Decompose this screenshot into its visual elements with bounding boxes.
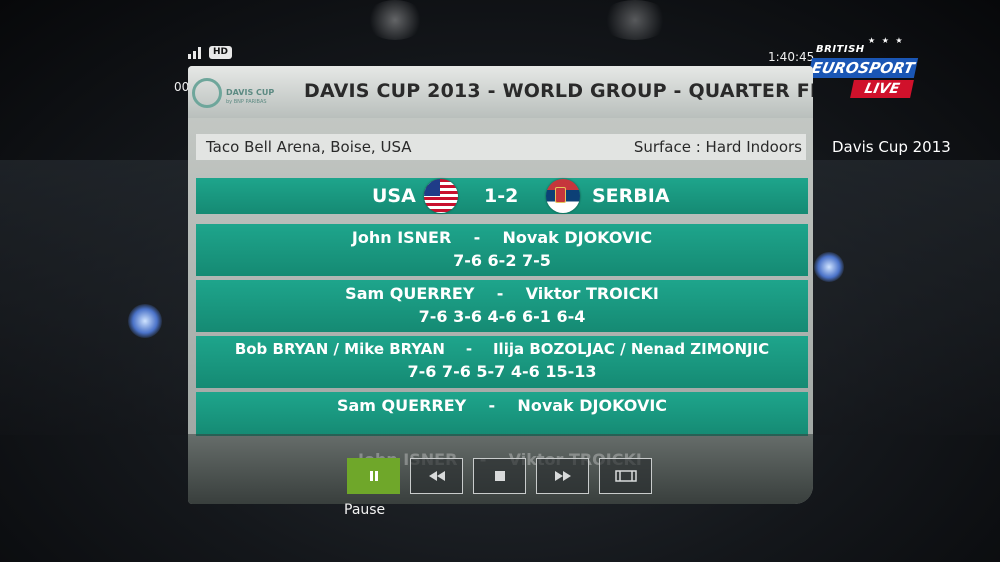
stars-icon: ★ ★ ★ bbox=[868, 36, 905, 45]
serbia-flag-icon bbox=[546, 179, 580, 213]
match-players: Sam QUERREY - Novak DJOKOVIC bbox=[336, 396, 668, 415]
arena-light bbox=[365, 0, 425, 40]
surface: Surface : Hard Indoors bbox=[633, 138, 802, 156]
video-scoreboard: DAVIS CUP by BNP PARIBAS DAVIS CUP 2013 … bbox=[188, 66, 813, 504]
match-row: Sam QUERREY - Novak DJOKOVIC bbox=[196, 392, 808, 436]
channel-logo-eurosport: EUROSPORT bbox=[807, 58, 919, 78]
match-row: Sam QUERREY - Viktor TROICKI 7-6 3-6 4-6… bbox=[196, 280, 808, 332]
pause-button[interactable] bbox=[347, 458, 400, 494]
pause-label: Pause bbox=[344, 502, 386, 518]
match-score: 7-6 3-6 4-6 6-1 6-4 bbox=[418, 307, 586, 326]
venue: Taco Bell Arena, Boise, USA bbox=[206, 138, 412, 156]
channel-logo: ★ ★ ★ BRITISH EUROSPORT LIVE bbox=[806, 36, 926, 102]
signal-strength-icon bbox=[188, 46, 201, 59]
tie-score: 1-2 bbox=[484, 185, 519, 207]
scoreboard-header: DAVIS CUP by BNP PARIBAS DAVIS CUP 2013 … bbox=[188, 66, 813, 118]
match-score: 7-6 6-2 7-5 bbox=[453, 251, 551, 270]
usa-flag-icon bbox=[424, 179, 458, 213]
davis-cup-ring-icon bbox=[192, 78, 222, 108]
status-indicators: HD bbox=[188, 46, 233, 59]
match-players: Sam QUERREY - Viktor TROICKI bbox=[345, 284, 659, 303]
team-a: USA bbox=[372, 185, 416, 207]
pause-icon bbox=[369, 471, 378, 481]
tie-score-row: USA 1-2 SERBIA bbox=[196, 178, 808, 214]
match-row: Bob BRYAN / Mike BRYAN - Ilija BOZOLJAC … bbox=[196, 336, 808, 388]
fast-forward-button[interactable] bbox=[536, 458, 589, 494]
aspect-ratio-button[interactable] bbox=[599, 458, 652, 494]
davis-cup-logo: DAVIS CUP by BNP PARIBAS bbox=[192, 72, 288, 116]
stop-icon bbox=[494, 471, 505, 481]
davis-cup-logo-subtext: by BNP PARIBAS bbox=[226, 99, 267, 105]
playback-controls bbox=[347, 458, 652, 494]
scoreboard-title: DAVIS CUP 2013 - WORLD GROUP - QUARTER F… bbox=[304, 80, 813, 102]
match-players: John ISNER - Novak DJOKOVIC bbox=[351, 228, 653, 247]
arena-light bbox=[600, 0, 670, 40]
arena-light bbox=[814, 252, 844, 282]
rewind-button[interactable] bbox=[410, 458, 463, 494]
fast-forward-icon bbox=[554, 471, 571, 481]
rewind-icon bbox=[428, 471, 445, 481]
stop-button[interactable] bbox=[473, 458, 526, 494]
channel-logo-live: LIVE bbox=[850, 80, 914, 98]
davis-cup-logo-text: DAVIS CUP bbox=[226, 88, 275, 97]
aspect-ratio-icon bbox=[614, 470, 637, 482]
match-players: Bob BRYAN / Mike BRYAN - Ilija BOZOLJAC … bbox=[234, 340, 770, 358]
match-score: 7-6 7-6 5-7 4-6 15-13 bbox=[407, 362, 597, 381]
program-title: Davis Cup 2013 bbox=[832, 138, 951, 156]
match-row: John ISNER - Novak DJOKOVIC 7-6 6-2 7-5 bbox=[196, 224, 808, 276]
arena-light bbox=[128, 304, 162, 338]
hd-badge: HD bbox=[209, 46, 233, 59]
channel-logo-british: BRITISH bbox=[816, 44, 865, 55]
venue-bar: Taco Bell Arena, Boise, USA Surface : Ha… bbox=[196, 134, 806, 160]
team-b: SERBIA bbox=[592, 185, 670, 207]
